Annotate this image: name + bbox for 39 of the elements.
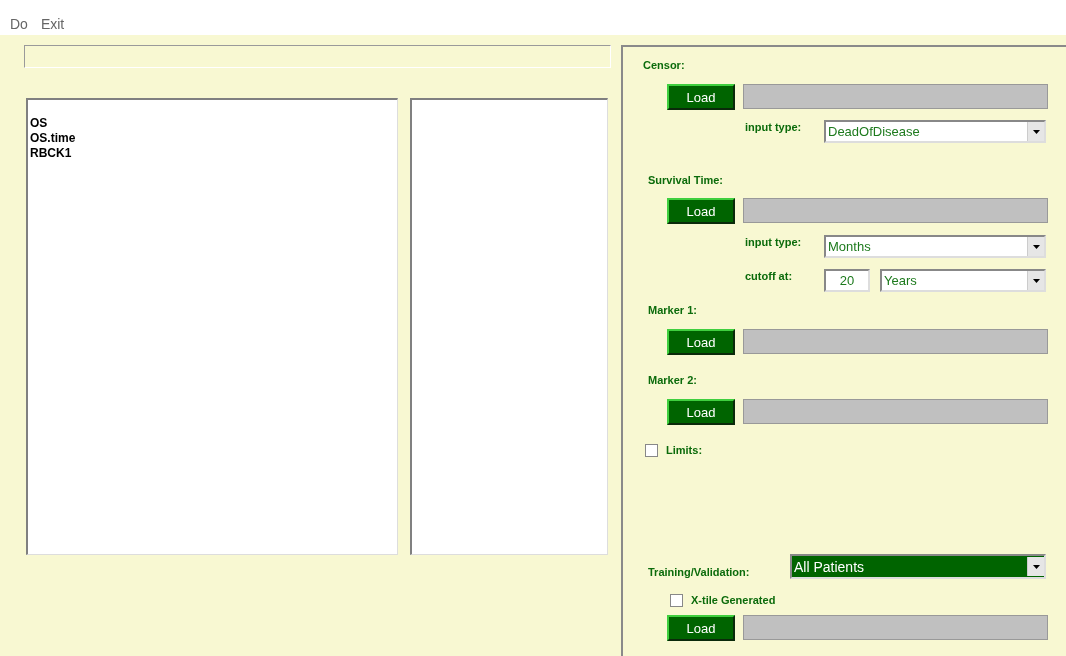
number-field[interactable]: 20 [824,269,870,292]
menu-item[interactable]: Exit [40,16,65,32]
field-label: input type: [745,120,803,134]
list-item[interactable]: RBCK1 [30,146,395,161]
dropdown[interactable]: Months [824,235,1046,258]
file-field[interactable] [743,329,1048,354]
load-button[interactable]: Load [667,615,735,641]
dropdown[interactable]: DeadOfDisease [824,120,1046,143]
dropdown-arrow-icon [1032,564,1040,569]
file-field[interactable] [743,198,1048,223]
checkbox-label: X-tile Generated [691,594,776,607]
file-field[interactable] [743,399,1048,424]
load-button[interactable]: Load [667,399,735,425]
menu-item[interactable]: Do [10,16,28,32]
field-label: Training/Validation: [648,566,751,579]
file-field[interactable] [743,615,1048,640]
checkbox-label: Limits: [666,444,703,457]
section-label: Survival Time: [648,174,724,187]
variable-list[interactable]: OS OS.time RBCK1 [26,98,398,555]
section-label: Marker 1: [648,304,698,317]
dropdown-arrow-icon [1032,129,1040,134]
dropdown-arrow-icon [1032,244,1040,249]
checkbox[interactable] [645,444,658,457]
dropdown[interactable]: All Patients [790,554,1046,579]
load-button[interactable]: Load [667,329,735,355]
list-item[interactable]: OS [30,116,395,131]
dropdown[interactable]: Years [880,269,1046,292]
load-button[interactable]: Load [667,84,735,110]
list-box[interactable] [410,98,608,555]
file-field[interactable] [743,84,1048,109]
checkbox[interactable] [670,594,683,607]
dropdown-arrow-icon [1032,278,1040,283]
list-item[interactable]: OS.time [30,131,395,146]
section-label: Marker 2: [648,374,698,387]
load-button[interactable]: Load [667,198,735,224]
section-label: Censor: [643,59,686,72]
field-label: input type: [745,235,803,249]
field-label: cutoff at: [745,269,794,283]
text-field[interactable] [24,45,611,68]
